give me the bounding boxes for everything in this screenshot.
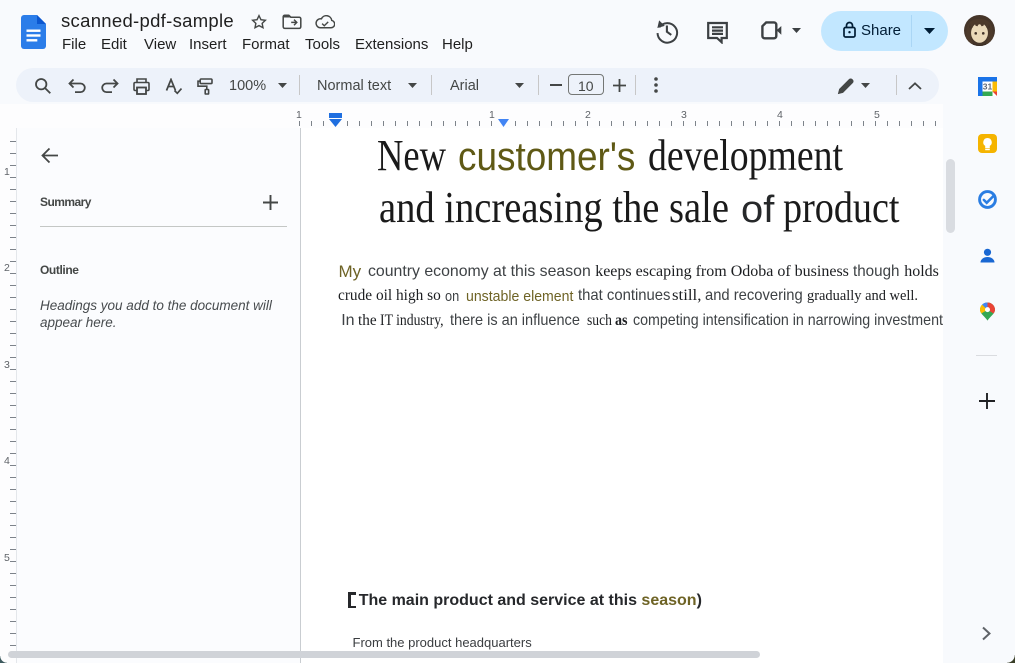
svg-text:31: 31	[983, 82, 993, 92]
